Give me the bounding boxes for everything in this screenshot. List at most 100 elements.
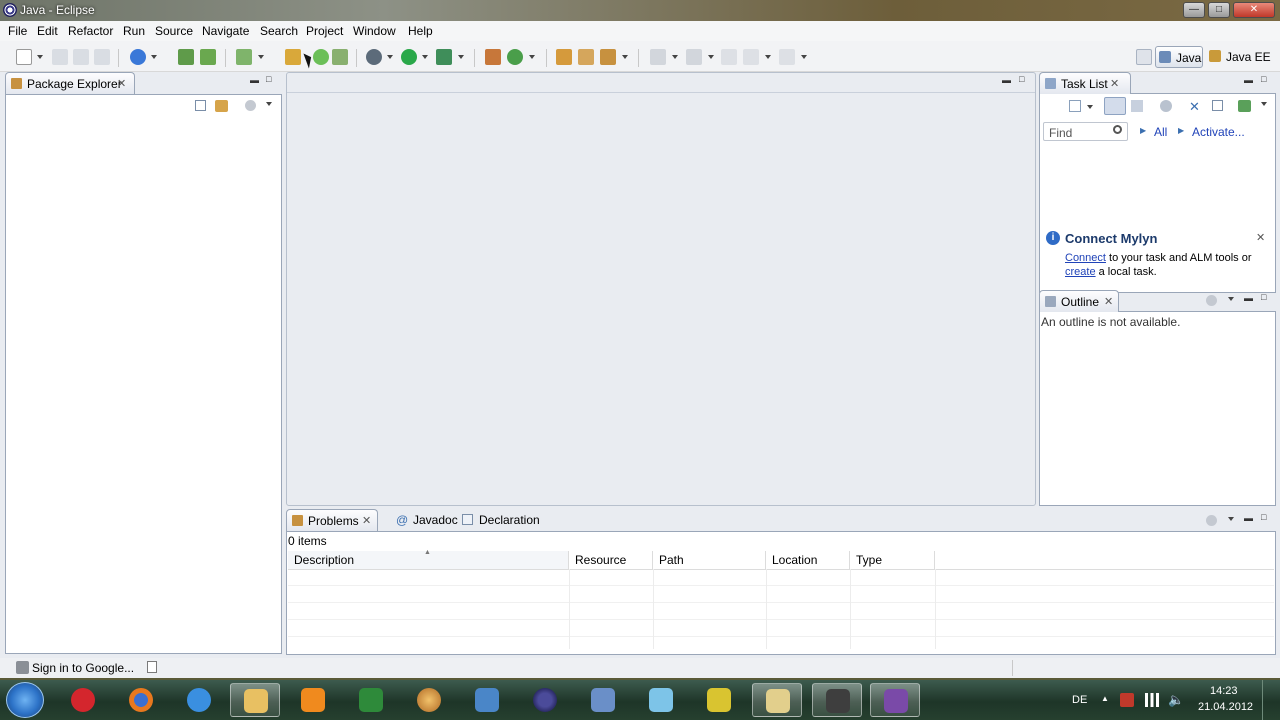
package-explorer-tab[interactable]: Package Explorer ✕ <box>5 72 135 94</box>
open-task-icon[interactable] <box>578 49 594 65</box>
menu-navigate[interactable]: Navigate <box>202 23 249 39</box>
connect-link[interactable]: Connect <box>1065 252 1106 264</box>
google-signin-icon[interactable] <box>16 661 29 674</box>
prev-annotation-dropdown-icon[interactable] <box>708 55 714 59</box>
prev-annotation-icon[interactable] <box>686 49 702 65</box>
maximize-button[interactable]: □ <box>1208 2 1230 18</box>
view-menu-icon[interactable] <box>266 102 272 106</box>
open-perspective-icon[interactable] <box>1136 49 1152 65</box>
column-type[interactable]: Type <box>850 551 935 569</box>
build-icon[interactable] <box>313 49 329 65</box>
problems-maximize-icon[interactable]: □ <box>1261 512 1266 522</box>
back-dropdown-icon[interactable] <box>765 55 771 59</box>
collapse-all-icon[interactable] <box>195 100 206 111</box>
save-icon[interactable] <box>52 49 68 65</box>
open-type-icon[interactable] <box>556 49 572 65</box>
volume-icon[interactable]: 🔈 <box>1168 692 1184 708</box>
taskbar-media-player[interactable] <box>288 683 338 717</box>
sign-in-google[interactable]: Sign in to Google... <box>32 661 134 675</box>
menu-project[interactable]: Project <box>306 23 343 39</box>
task-list-maximize-icon[interactable]: □ <box>1261 74 1266 84</box>
taskbar-virtualbox[interactable] <box>578 683 628 717</box>
categorized-icon[interactable] <box>1104 97 1126 115</box>
minimize-view-icon[interactable]: ▬ <box>250 75 259 85</box>
clock-time[interactable]: 14:23 <box>1210 685 1238 697</box>
clock-date[interactable]: 21.04.2012 <box>1198 701 1253 713</box>
new-task-icon[interactable] <box>1069 100 1081 112</box>
taskbar-folder[interactable] <box>752 683 802 717</box>
task-list-menu-icon[interactable] <box>1261 102 1267 106</box>
language-indicator[interactable]: DE <box>1072 694 1087 706</box>
run-icon[interactable] <box>401 49 417 65</box>
run-dropdown-icon[interactable] <box>422 55 428 59</box>
scheduled-icon[interactable] <box>1131 100 1143 112</box>
toggle-annotation-dropdown-icon[interactable] <box>672 55 678 59</box>
problems-table[interactable]: Description ▲ Resource Path Location Typ… <box>288 549 1274 651</box>
task-all-link[interactable]: All <box>1154 125 1167 139</box>
task-list-minimize-icon[interactable]: ▬ <box>1244 75 1253 85</box>
search-dropdown-icon[interactable] <box>622 55 628 59</box>
taskbar-recorder[interactable] <box>812 683 862 717</box>
taskbar-excel[interactable] <box>346 683 396 717</box>
magnifier-icon[interactable] <box>1113 125 1122 134</box>
menu-refactor[interactable]: Refactor <box>68 23 113 39</box>
show-desktop-button[interactable] <box>1262 680 1280 720</box>
menu-source[interactable]: Source <box>155 23 193 39</box>
tab-problems[interactable]: Problems ✕ <box>286 509 378 531</box>
menu-window[interactable]: Window <box>353 23 396 39</box>
forward-dropdown-icon[interactable] <box>801 55 807 59</box>
editor-maximize-icon[interactable]: □ <box>1019 74 1024 84</box>
open-project-icon[interactable] <box>285 49 301 65</box>
new-icon[interactable] <box>16 49 32 65</box>
outline-focus-icon[interactable] <box>1206 295 1217 306</box>
collapse-tasks-icon[interactable] <box>1212 100 1223 111</box>
task-list-tab[interactable]: Task List ✕ <box>1039 72 1131 94</box>
new-dropdown-icon[interactable] <box>37 55 43 59</box>
check-icon[interactable] <box>236 49 252 65</box>
close-problems-icon[interactable]: ✕ <box>362 514 371 527</box>
problems-menu-icon[interactable] <box>1228 517 1234 521</box>
outline-menu-icon[interactable] <box>1228 297 1234 301</box>
perspective-java[interactable]: Java <box>1155 46 1203 68</box>
server-icon[interactable] <box>200 49 216 65</box>
deploy-icon[interactable] <box>178 49 194 65</box>
save-all-icon[interactable] <box>73 49 89 65</box>
outline-view[interactable] <box>1039 311 1276 506</box>
tab-javadoc[interactable]: @ Javadoc <box>392 509 458 531</box>
external-tools-dropdown-icon[interactable] <box>458 55 464 59</box>
new-class-dropdown-icon[interactable] <box>529 55 535 59</box>
action-center-icon[interactable] <box>1120 693 1134 707</box>
toggle-annotation-icon[interactable] <box>650 49 666 65</box>
new-class-icon[interactable] <box>507 49 523 65</box>
maximize-view-icon[interactable]: □ <box>266 74 271 84</box>
last-edit-icon[interactable] <box>721 49 737 65</box>
status-trim-icon[interactable] <box>147 661 157 673</box>
menu-file[interactable]: File <box>8 23 27 39</box>
close-outline-icon[interactable]: ✕ <box>1104 295 1113 308</box>
back-icon[interactable] <box>743 49 759 65</box>
debug-target-dropdown-icon[interactable] <box>151 55 157 59</box>
taskbar-notes[interactable] <box>636 683 686 717</box>
task-activate-link[interactable]: Activate... <box>1192 125 1245 139</box>
hide-completed-icon[interactable]: ✕ <box>1189 99 1200 115</box>
debug-icon[interactable] <box>366 49 382 65</box>
network-icon[interactable] <box>1145 693 1159 707</box>
close-task-list-icon[interactable]: ✕ <box>1110 77 1119 90</box>
taskbar-globe[interactable] <box>404 683 454 717</box>
debug-dropdown-icon[interactable] <box>387 55 393 59</box>
tab-declaration[interactable]: Declaration <box>459 509 543 531</box>
check-dropdown-icon[interactable] <box>258 55 264 59</box>
task-find-field[interactable]: Find <box>1043 122 1128 141</box>
problems-focus-icon[interactable] <box>1206 515 1217 526</box>
perspective-java-ee[interactable]: Java EE <box>1207 46 1275 68</box>
forward-icon[interactable] <box>779 49 795 65</box>
focus-icon[interactable] <box>245 100 256 111</box>
menu-run[interactable]: Run <box>123 23 145 39</box>
create-link[interactable]: create <box>1065 266 1096 278</box>
taskbar-internet-explorer[interactable] <box>174 683 224 717</box>
menu-help[interactable]: Help <box>408 23 433 39</box>
new-task-dropdown-icon[interactable] <box>1087 105 1093 109</box>
taskbar-pdf[interactable] <box>462 683 512 717</box>
taskbar-explorer[interactable] <box>230 683 280 717</box>
column-location[interactable]: Location <box>766 551 850 569</box>
